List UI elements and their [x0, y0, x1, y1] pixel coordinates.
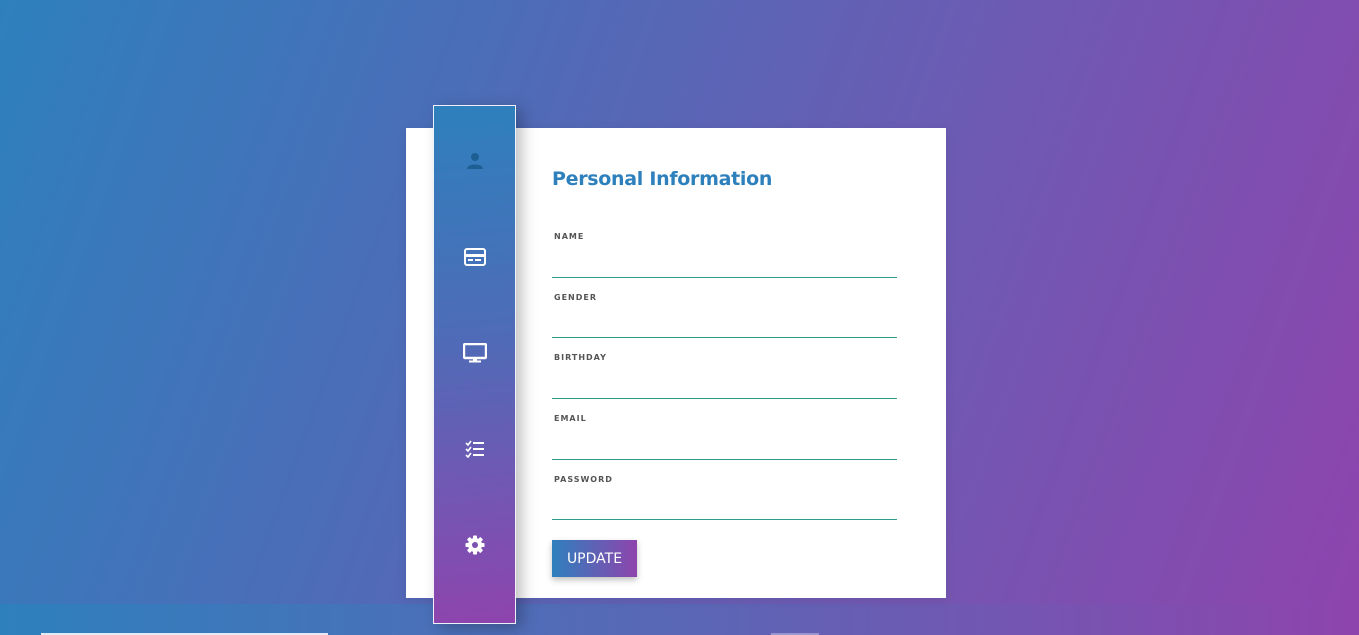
birthday-input[interactable]	[552, 367, 897, 399]
gear-icon	[465, 535, 484, 555]
gender-label: GENDER	[554, 293, 597, 302]
page-title: Personal Information	[552, 168, 773, 190]
birthday-field: BIRTHDAY	[552, 353, 897, 399]
email-field: EMAIL	[552, 414, 897, 460]
sidebar-item-tasks[interactable]	[434, 429, 515, 469]
password-field: PASSWORD	[552, 475, 897, 520]
email-input[interactable]	[552, 428, 897, 460]
password-input[interactable]	[552, 488, 897, 520]
bottom-strip	[0, 604, 1359, 635]
sidebar	[433, 105, 516, 624]
name-field: NAME	[552, 232, 897, 278]
name-input[interactable]	[552, 246, 897, 278]
monitor-icon	[462, 343, 487, 363]
sidebar-item-profile[interactable]	[434, 141, 515, 181]
email-label: EMAIL	[554, 414, 587, 423]
birthday-label: BIRTHDAY	[554, 353, 607, 362]
update-button[interactable]: UPDATE	[552, 540, 637, 577]
name-label: NAME	[554, 232, 585, 241]
sidebar-item-devices[interactable]	[434, 333, 515, 373]
sidebar-item-settings[interactable]	[434, 525, 515, 565]
sidebar-item-payment[interactable]	[434, 237, 515, 277]
gender-input[interactable]	[552, 306, 897, 338]
gender-field: GENDER	[552, 293, 897, 338]
password-label: PASSWORD	[554, 475, 613, 484]
credit-card-icon	[463, 248, 486, 266]
checklist-icon	[464, 440, 484, 458]
user-icon	[466, 153, 483, 169]
